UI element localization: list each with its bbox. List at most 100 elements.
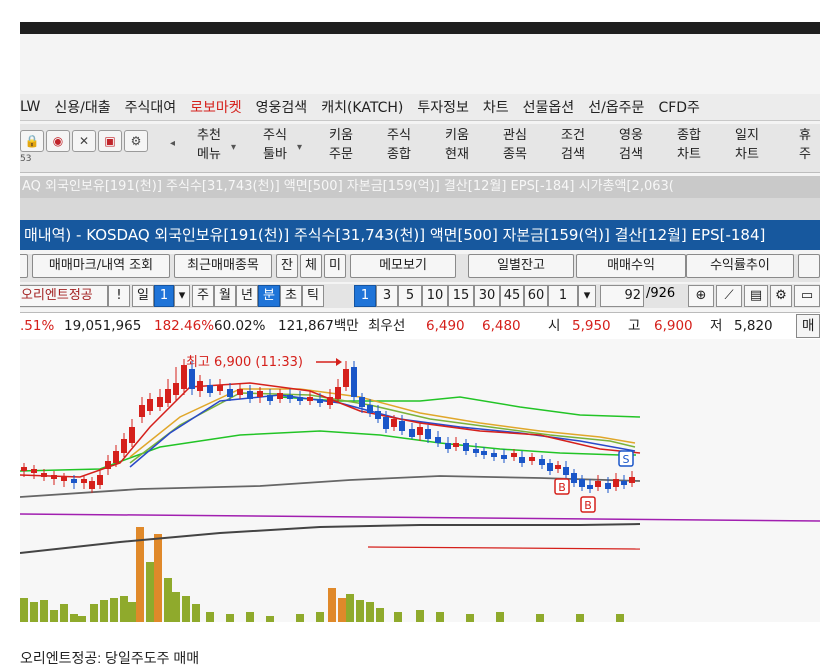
camera-icon[interactable]: ◉	[46, 130, 70, 152]
minute-option-3[interactable]: 3	[376, 285, 398, 307]
candle-body	[519, 457, 525, 463]
save-icon[interactable]: ▤	[744, 285, 768, 307]
minute-option-45[interactable]: 45	[500, 285, 524, 307]
lock-icon[interactable]: 🔒	[20, 130, 44, 152]
interval-chevron-down-icon[interactable]: ▾	[578, 285, 596, 307]
buy-marker-icon[interactable]: B	[554, 478, 570, 495]
page-current-field[interactable]: 92	[600, 285, 644, 307]
toolbar-button-bottom-label: 검색	[619, 147, 643, 162]
toolbar-button-0[interactable]: 추천 메뉴	[180, 126, 238, 170]
monitor-icon[interactable]: ▣	[98, 130, 122, 152]
volume-bar	[182, 596, 190, 622]
menu-item-4[interactable]: 영웅검색	[256, 97, 308, 117]
toolbar-button-8[interactable]: 종합 차트	[660, 126, 718, 170]
volume-bar	[536, 614, 544, 622]
minute-option-60[interactable]: 60	[524, 285, 548, 307]
toolbar-left-arrow-icon[interactable]: ◂	[170, 138, 175, 149]
volume-bar	[496, 612, 504, 622]
minute-option-5[interactable]: 5	[398, 285, 422, 307]
recent-trade-items-button[interactable]: 최근매매종목	[174, 254, 272, 278]
stock-info-strip: AQ 외국인보유[191(천)] 주식수[31,743(천)] 액면[500] …	[20, 176, 820, 198]
period-day-count[interactable]: 1	[154, 285, 174, 307]
period-tab-second[interactable]: 초	[280, 285, 302, 307]
toolbar-button-7[interactable]: 영웅 검색	[602, 126, 660, 170]
period-tab-minute[interactable]: 분	[258, 285, 280, 307]
interval-select[interactable]: 1	[548, 285, 578, 307]
settings-gear-icon[interactable]: ⚙	[770, 285, 792, 307]
crosshair-add-icon[interactable]: ⊕	[688, 285, 714, 307]
toolbar-button-top-label: 키움	[329, 128, 353, 143]
candle-body	[105, 461, 111, 469]
toolbar-button-top-label: 주식	[387, 128, 411, 143]
line-tool-icon[interactable]: ⟋	[716, 285, 742, 307]
quick-toolbar: 🔒 ◉ ✕ ▣ ⚙ 53 ◂ 추천메뉴주식툴바키움주문주식종합키움현재관심종목조…	[20, 124, 820, 173]
period-tab-year[interactable]: 년	[236, 285, 258, 307]
candle-body	[113, 451, 119, 463]
trade-profit-button[interactable]: 매매수익	[576, 254, 686, 278]
gear-icon[interactable]: ⚙	[124, 130, 148, 152]
candle-body	[605, 483, 611, 489]
trade-mark-history-button[interactable]: 매매마크/내역 조회	[32, 254, 170, 278]
minute-option-10[interactable]: 10	[422, 285, 448, 307]
window-gap	[20, 198, 820, 220]
chevron-down-icon[interactable]: ▾	[174, 285, 190, 307]
filled-tab[interactable]: 체	[300, 254, 322, 278]
period-tab-month[interactable]: 월	[214, 285, 236, 307]
menu-item-10[interactable]: CFD주	[658, 97, 700, 117]
window-option-icon[interactable]: ▭	[794, 285, 820, 307]
minute-option-30[interactable]: 30	[474, 285, 500, 307]
menu-item-6[interactable]: 투자정보	[417, 97, 469, 117]
buy-marker-icon[interactable]: B	[580, 496, 596, 513]
candlestick-chart[interactable]: 최고 6,900 (11:33) S B B	[20, 339, 820, 622]
candle-body	[51, 475, 57, 479]
menu-item-1[interactable]: 신용/대출	[54, 97, 110, 117]
toolbar-button-9[interactable]: 일지 차트	[718, 126, 776, 170]
toolbar-button-1[interactable]: 주식 툴바	[246, 126, 304, 170]
period-tab-week[interactable]: 주	[192, 285, 214, 307]
candle-body	[247, 391, 253, 399]
open-price: 5,950	[572, 318, 611, 334]
minute-option-15[interactable]: 15	[448, 285, 474, 307]
memo-view-button[interactable]: 메모보기	[350, 254, 456, 278]
toolbar-button-top-label: 일지	[735, 128, 759, 143]
toolbar-button-2[interactable]: 키움 주문	[312, 126, 370, 170]
period-tab-tick[interactable]: 틱	[302, 285, 324, 307]
candle-body	[139, 405, 145, 417]
toolbar-button-10[interactable]: 휴주	[776, 126, 820, 170]
stock-name-field[interactable]: 오리엔트정공	[20, 285, 108, 307]
trade-history-toolbar: 매매마크/내역 조회 최근매매종목 잔 체 미 메모보기 일별잔고 매매수익 수…	[20, 254, 820, 282]
candle-body	[351, 367, 357, 397]
volume-bar	[154, 534, 162, 622]
period-tab-day[interactable]: 일	[132, 285, 154, 307]
exclamation-icon[interactable]: !	[108, 285, 130, 307]
balance-tab[interactable]: 잔	[276, 254, 298, 278]
candle-body	[425, 429, 431, 439]
toolbar-button-6[interactable]: 조건 검색	[544, 126, 602, 170]
volume-bar	[70, 614, 78, 622]
menu-item-0[interactable]: LW	[20, 99, 40, 115]
toolbar-button-3[interactable]: 주식 종합	[370, 126, 428, 170]
menu-item-3[interactable]: 로보마켓	[190, 97, 242, 117]
candle-body	[307, 397, 313, 401]
menu-item-8[interactable]: 선물옵션	[523, 97, 575, 117]
clock-icon[interactable]: ✕	[72, 130, 96, 152]
menu-item-7[interactable]: 차트	[483, 97, 509, 117]
row1-extra-button[interactable]	[798, 254, 820, 278]
menu-item-5[interactable]: 캐치(KATCH)	[321, 97, 403, 117]
right-side-button[interactable]: 매	[796, 314, 820, 338]
daily-balance-button[interactable]: 일별잔고	[468, 254, 574, 278]
left-edge-button[interactable]	[20, 254, 28, 278]
candle-body	[97, 475, 103, 485]
sell-marker-icon[interactable]: S	[618, 450, 634, 467]
candle-body	[435, 437, 441, 443]
toolbar-button-4[interactable]: 키움 현재	[428, 126, 486, 170]
toolbar-button-5[interactable]: 관심 종목	[486, 126, 544, 170]
unfilled-tab[interactable]: 미	[324, 254, 346, 278]
menu-item-9[interactable]: 선/옵주문	[588, 97, 644, 117]
return-trend-button[interactable]: 수익률추이	[686, 254, 794, 278]
menu-item-2[interactable]: 주식대여	[125, 97, 177, 117]
volume-bar	[466, 614, 474, 622]
minute-option-1[interactable]: 1	[354, 285, 376, 307]
candle-body	[31, 469, 37, 473]
price-chart-area[interactable]: 최고 6,900 (11:33) S B B	[20, 339, 820, 622]
